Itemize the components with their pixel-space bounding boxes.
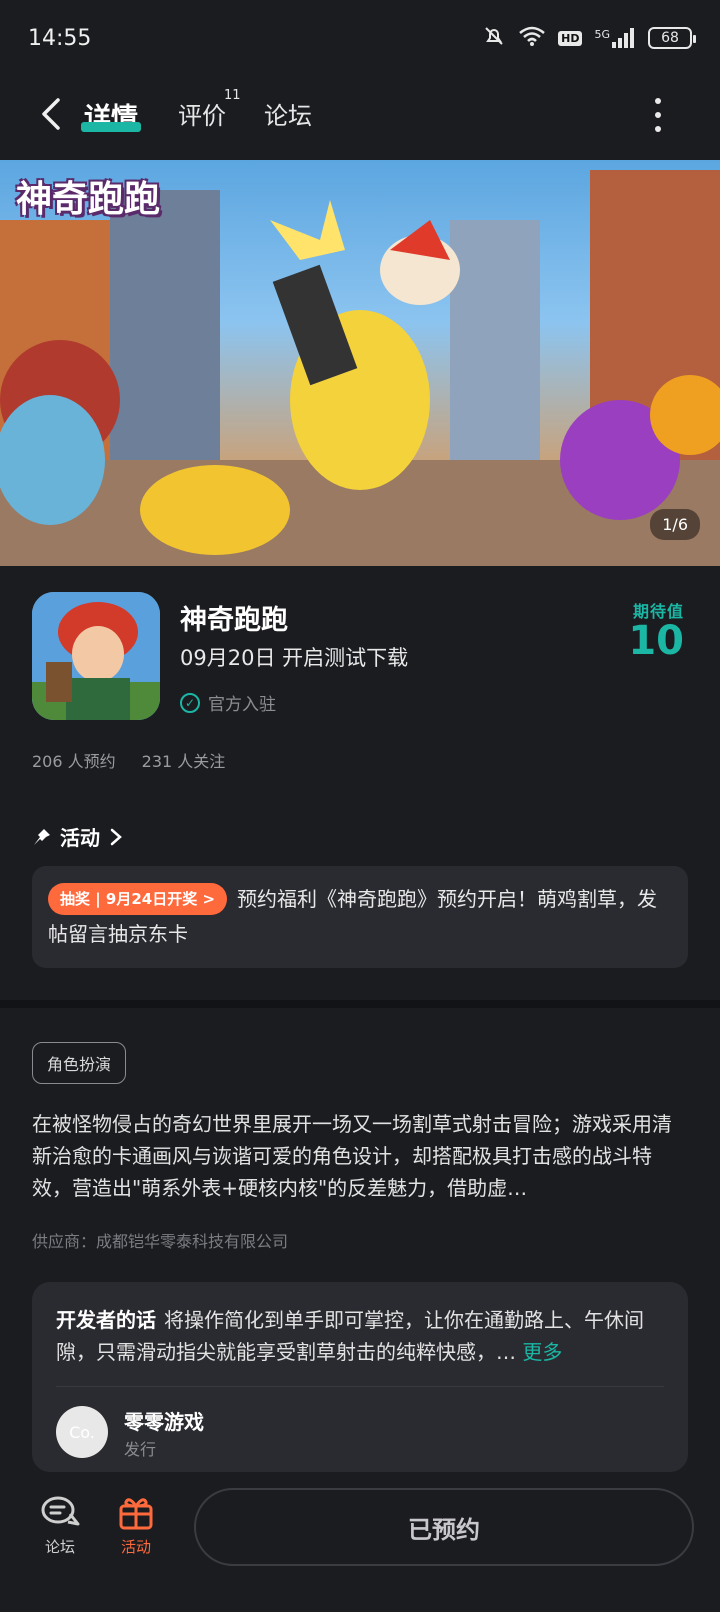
dot-icon <box>655 98 661 104</box>
chevron-left-icon <box>42 98 60 130</box>
activity-button[interactable]: 活动 <box>106 1494 166 1557</box>
hd-icon: HD <box>558 30 583 46</box>
bell-off-icon <box>482 24 506 53</box>
more-link[interactable]: 更多 <box>522 1340 562 1364</box>
developer-label: 开发者的话 <box>56 1308 156 1332</box>
reserved-button[interactable]: 已预约 <box>194 1488 694 1566</box>
dot-icon <box>655 112 661 118</box>
test-date: 09月20日 开启测试下载 <box>180 646 409 670</box>
game-app-icon <box>32 592 160 720</box>
status-time: 14:55 <box>28 25 92 51</box>
hero-banner[interactable]: 神奇跑跑 1/6 <box>0 160 720 566</box>
pin-icon <box>34 828 50 845</box>
chevron-right-icon <box>110 828 122 845</box>
game-stats: 206 人预约 231 人关注 <box>32 748 225 772</box>
follower-count: 231 人关注 <box>141 752 226 771</box>
activity-label: 活动 <box>120 1538 151 1556</box>
forum-label: 论坛 <box>44 1538 75 1556</box>
game-logo: 神奇跑跑 <box>16 179 161 220</box>
official-label: 官方入驻 <box>208 695 276 715</box>
game-description[interactable]: 在被怪物侵占的奇幻世界里展开一场又一场割草式射击冒险；游戏采用清新治愈的卡通画风… <box>32 1108 688 1204</box>
more-menu-button[interactable] <box>654 98 662 132</box>
top-nav: 详情 评价 11 论坛 <box>0 84 720 144</box>
tab-forum[interactable]: 论坛 <box>264 96 312 131</box>
check-circle-icon: ✓ <box>180 692 200 713</box>
expect-value: 10 <box>628 618 684 664</box>
section-divider <box>0 1000 720 1008</box>
publisher-avatar[interactable]: Co. <box>56 1406 108 1458</box>
lottery-pill[interactable]: 抽奖 | 9月24日开奖 > <box>48 883 228 915</box>
status-icons: HD 5G 68 <box>482 24 696 53</box>
reviews-count-badge: 11 <box>224 88 241 103</box>
forum-button[interactable]: 论坛 <box>30 1494 90 1557</box>
reservation-count: 206 人预约 <box>32 752 116 771</box>
official-badge: ✓ 官方入驻 <box>180 690 276 715</box>
gift-icon <box>119 1498 153 1530</box>
developer-card[interactable]: 开发者的话 将操作简化到单手即可掌控，让你在通勤路上、午休间隙，只需滑动指尖就能享… <box>32 1282 688 1472</box>
dot-icon <box>655 126 661 132</box>
active-tab-indicator <box>81 122 141 132</box>
activity-header[interactable]: 活动 <box>32 822 124 851</box>
card-divider <box>56 1386 664 1387</box>
chat-bubble-icon <box>41 1496 80 1526</box>
battery-icon: 68 <box>648 27 696 49</box>
publisher-role: 发行 <box>124 1440 157 1459</box>
back-button[interactable] <box>34 94 74 134</box>
network-label: 5G <box>594 28 610 41</box>
activity-card[interactable]: 抽奖 | 9月24日开奖 > 预约福利《神奇跑跑》预约开启！萌鸡割草，发帖留言抽京… <box>32 866 688 968</box>
publisher-name[interactable]: 零零游戏 <box>124 1406 204 1435</box>
supplier-info: 供应商：成都铠华零泰科技有限公司 <box>32 1232 289 1251</box>
genre-tag[interactable]: 角色扮演 <box>32 1042 127 1084</box>
wifi-icon <box>518 25 546 52</box>
game-title: 神奇跑跑 <box>180 605 288 636</box>
developer-words: 开发者的话 将操作简化到单手即可掌控，让你在通勤路上、午休间隙，只需滑动指尖就能享… <box>56 1304 664 1368</box>
activity-heading: 活动 <box>60 826 100 850</box>
image-counter: 1/6 <box>650 509 700 540</box>
tab-reviews[interactable]: 评价 <box>178 96 226 131</box>
signal-icon: 5G <box>594 28 636 48</box>
status-bar: 14:55 HD 5G 68 <box>0 0 720 76</box>
bottom-bar: 论坛 活动 已预约 <box>0 1474 720 1612</box>
